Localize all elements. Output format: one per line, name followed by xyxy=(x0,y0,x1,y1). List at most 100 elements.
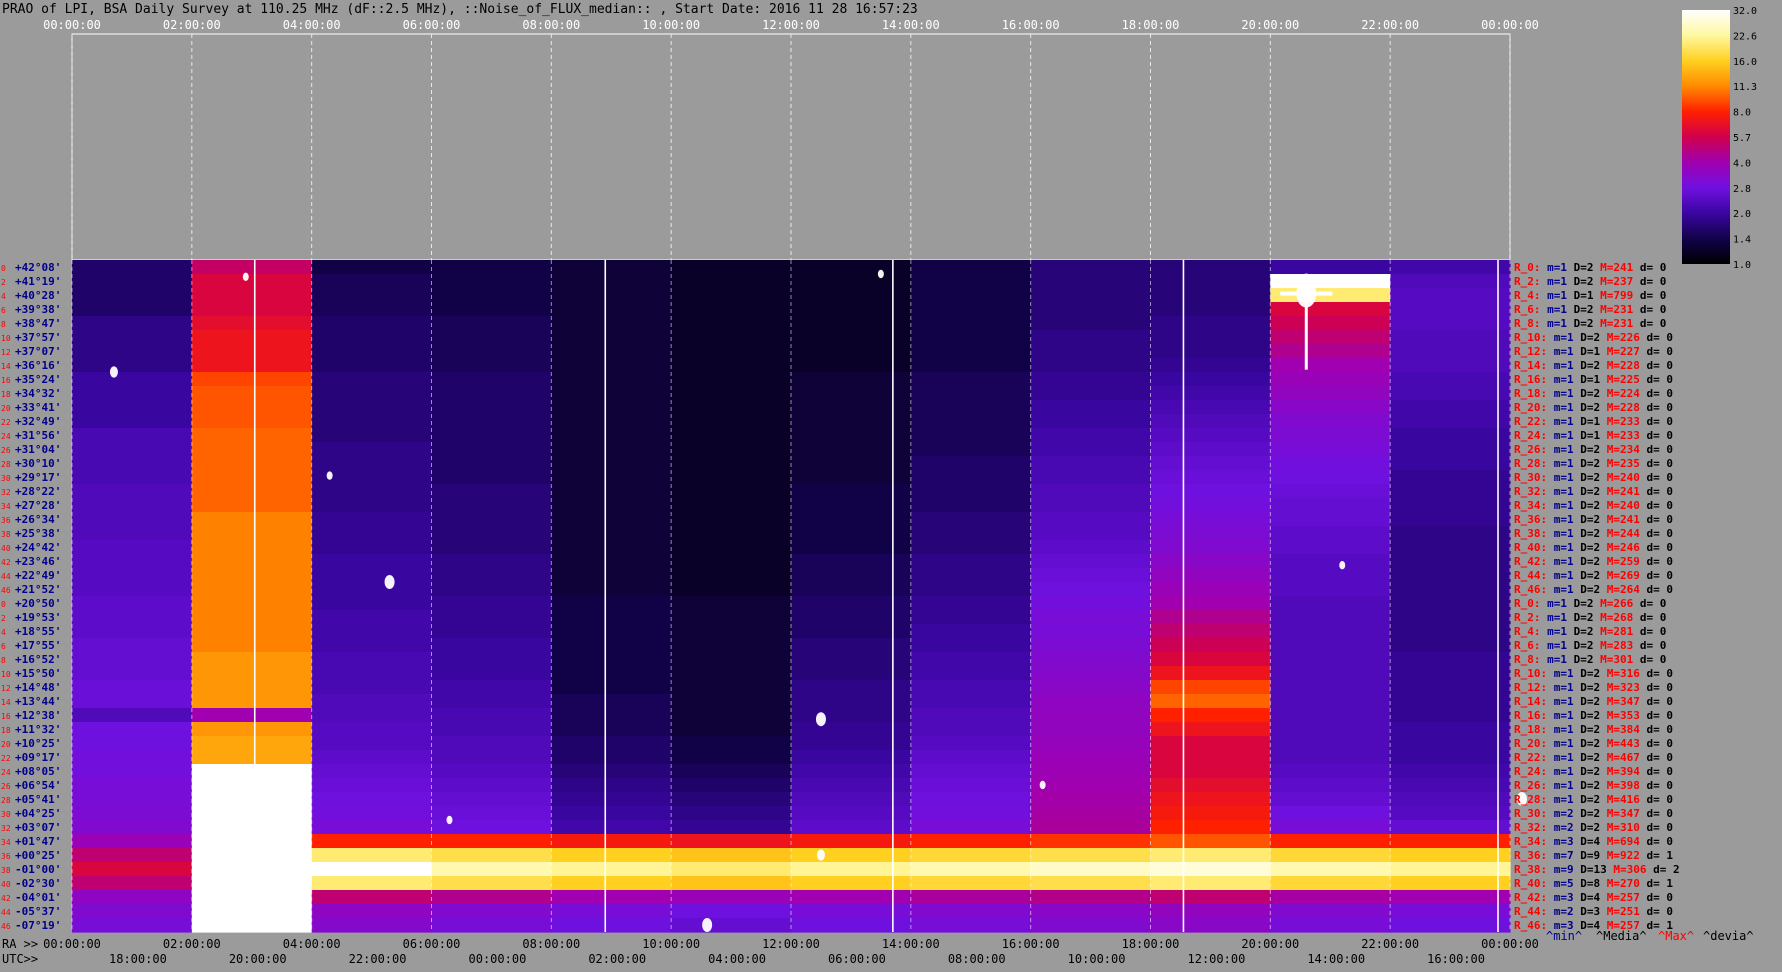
heatmap-cell xyxy=(191,470,313,485)
row-stat-field: M=227 xyxy=(1600,345,1640,358)
heatmap-cell xyxy=(1030,778,1152,793)
declination-label: +21°52' xyxy=(15,583,61,596)
heatmap-cell xyxy=(910,442,1032,457)
heatmap-cell xyxy=(1030,386,1152,401)
heatmap-cell xyxy=(1030,638,1152,653)
row-index-label: 36 xyxy=(1,516,11,525)
row-stat-field: R_16: xyxy=(1514,709,1547,722)
legend-max: ^Max^ xyxy=(1658,929,1694,943)
row-stat-field: D=2 xyxy=(1574,723,1601,736)
row-index-label: 22 xyxy=(1,418,11,427)
heatmap-cell xyxy=(1030,624,1152,639)
heatmap-cell xyxy=(551,680,672,695)
declination-label: -04°01' xyxy=(15,891,61,904)
heatmap-cell xyxy=(551,624,672,639)
row-stat-field: d= 0 xyxy=(1633,289,1666,302)
row-stat-field: R_30: xyxy=(1514,471,1547,484)
heatmap-cell xyxy=(1150,708,1271,723)
heatmap-cell xyxy=(910,624,1032,639)
heatmap-cell xyxy=(1150,764,1271,779)
heatmap-cell xyxy=(431,526,552,541)
heatmap-cell xyxy=(72,428,193,443)
row-index-label: 4 xyxy=(1,292,6,301)
heatmap-cell xyxy=(1150,442,1271,457)
heatmap-cell xyxy=(671,694,792,709)
heatmap-cell xyxy=(431,652,552,667)
heatmap-cell xyxy=(671,834,792,849)
ra-tick-label: 02:00:00 xyxy=(163,937,221,951)
heatmap-cell xyxy=(191,666,313,681)
row-stat: R_24: m=1 D=2 M=394 d= 0 xyxy=(1514,765,1673,778)
heatmap-cell xyxy=(1150,358,1271,373)
heatmap-cell xyxy=(72,722,193,737)
row-stat-field: D=2 xyxy=(1574,387,1601,400)
heatmap-cell xyxy=(191,596,313,611)
heatmap-cell xyxy=(311,358,433,373)
heatmap-cell xyxy=(1390,694,1511,709)
row-stat-field: R_6: xyxy=(1514,303,1541,316)
heatmap-cell xyxy=(1390,428,1511,443)
row-stat: R_16: m=1 D=2 M=353 d= 0 xyxy=(1514,709,1673,722)
colorbar-gradient xyxy=(1682,10,1730,264)
heatmap-cell xyxy=(311,876,433,891)
heatmap-cell xyxy=(1270,652,1391,667)
row-index-label: 10 xyxy=(1,670,11,679)
heatmap-cell xyxy=(910,274,1032,289)
row-stat-field: m=9 xyxy=(1547,863,1574,876)
heatmap-cell xyxy=(1030,904,1152,919)
row-index-label: 16 xyxy=(1,712,11,721)
heatmap-cell xyxy=(671,848,792,863)
heatmap-cell xyxy=(671,862,792,877)
row-stat-field: m=1 xyxy=(1547,737,1574,750)
heatmap-cell xyxy=(910,638,1032,653)
heatmap-cell xyxy=(1030,764,1152,779)
row-stat-field: d= 2 xyxy=(1647,863,1680,876)
row-stat-field: D=1 xyxy=(1574,415,1601,428)
heatmap-cell xyxy=(311,372,433,387)
heatmap-cell xyxy=(1390,484,1511,499)
heatmap-cell xyxy=(311,820,433,835)
heatmap-cell xyxy=(431,638,552,653)
heatmap-cell xyxy=(431,484,552,499)
row-stat: R_2: m=1 D=2 M=237 d= 0 xyxy=(1514,275,1666,288)
heatmap-cell xyxy=(72,484,193,499)
colorbar-tick-label: 5.7 xyxy=(1733,133,1751,144)
heatmap-cell xyxy=(72,442,193,457)
heatmap-cell xyxy=(1150,470,1271,485)
heatmap-cell xyxy=(72,680,193,695)
row-stat-field: R_4: xyxy=(1514,625,1541,638)
row-index-label: 12 xyxy=(1,684,11,693)
heatmap-cell xyxy=(311,694,433,709)
row-stat: R_42: m=1 D=2 M=259 d= 0 xyxy=(1514,555,1673,568)
heatmap-cell xyxy=(910,806,1032,821)
row-index-label: 0 xyxy=(1,600,6,609)
row-stat-field: m=1 xyxy=(1547,779,1574,792)
heatmap-cell xyxy=(1270,862,1391,877)
row-stat-field: m=1 xyxy=(1541,303,1568,316)
declination-label: +33°41' xyxy=(15,401,61,414)
row-stat-field: D=2 xyxy=(1574,359,1601,372)
heatmap-cell xyxy=(1390,624,1511,639)
heatmap-cell xyxy=(1270,890,1391,905)
heatmap-cell xyxy=(910,428,1032,443)
heatmap-cell xyxy=(1390,750,1511,765)
heatmap-cell xyxy=(1390,582,1511,597)
heatmap-cell xyxy=(311,386,433,401)
row-stat-field: m=2 xyxy=(1547,821,1574,834)
declination-label: +41°19' xyxy=(15,275,61,288)
row-stat-field: m=1 xyxy=(1547,569,1574,582)
heatmap-cell xyxy=(431,876,552,891)
row-stat: R_24: m=1 D=1 M=233 d= 0 xyxy=(1514,429,1673,442)
heatmap-cell xyxy=(1030,554,1152,569)
heatmap-cell xyxy=(431,568,552,583)
heatmap-cell xyxy=(311,540,433,555)
row-index-label: 36 xyxy=(1,852,11,861)
heatmap-cell xyxy=(191,316,313,331)
heatmap-cell xyxy=(431,624,552,639)
row-stat-field: d= 0 xyxy=(1640,387,1673,400)
declination-label: +00°25' xyxy=(15,849,61,862)
heatmap-cell xyxy=(72,806,193,821)
heatmap-cell xyxy=(1150,820,1271,835)
row-stat-field: D=2 xyxy=(1567,611,1594,624)
row-index-label: 6 xyxy=(1,306,6,315)
